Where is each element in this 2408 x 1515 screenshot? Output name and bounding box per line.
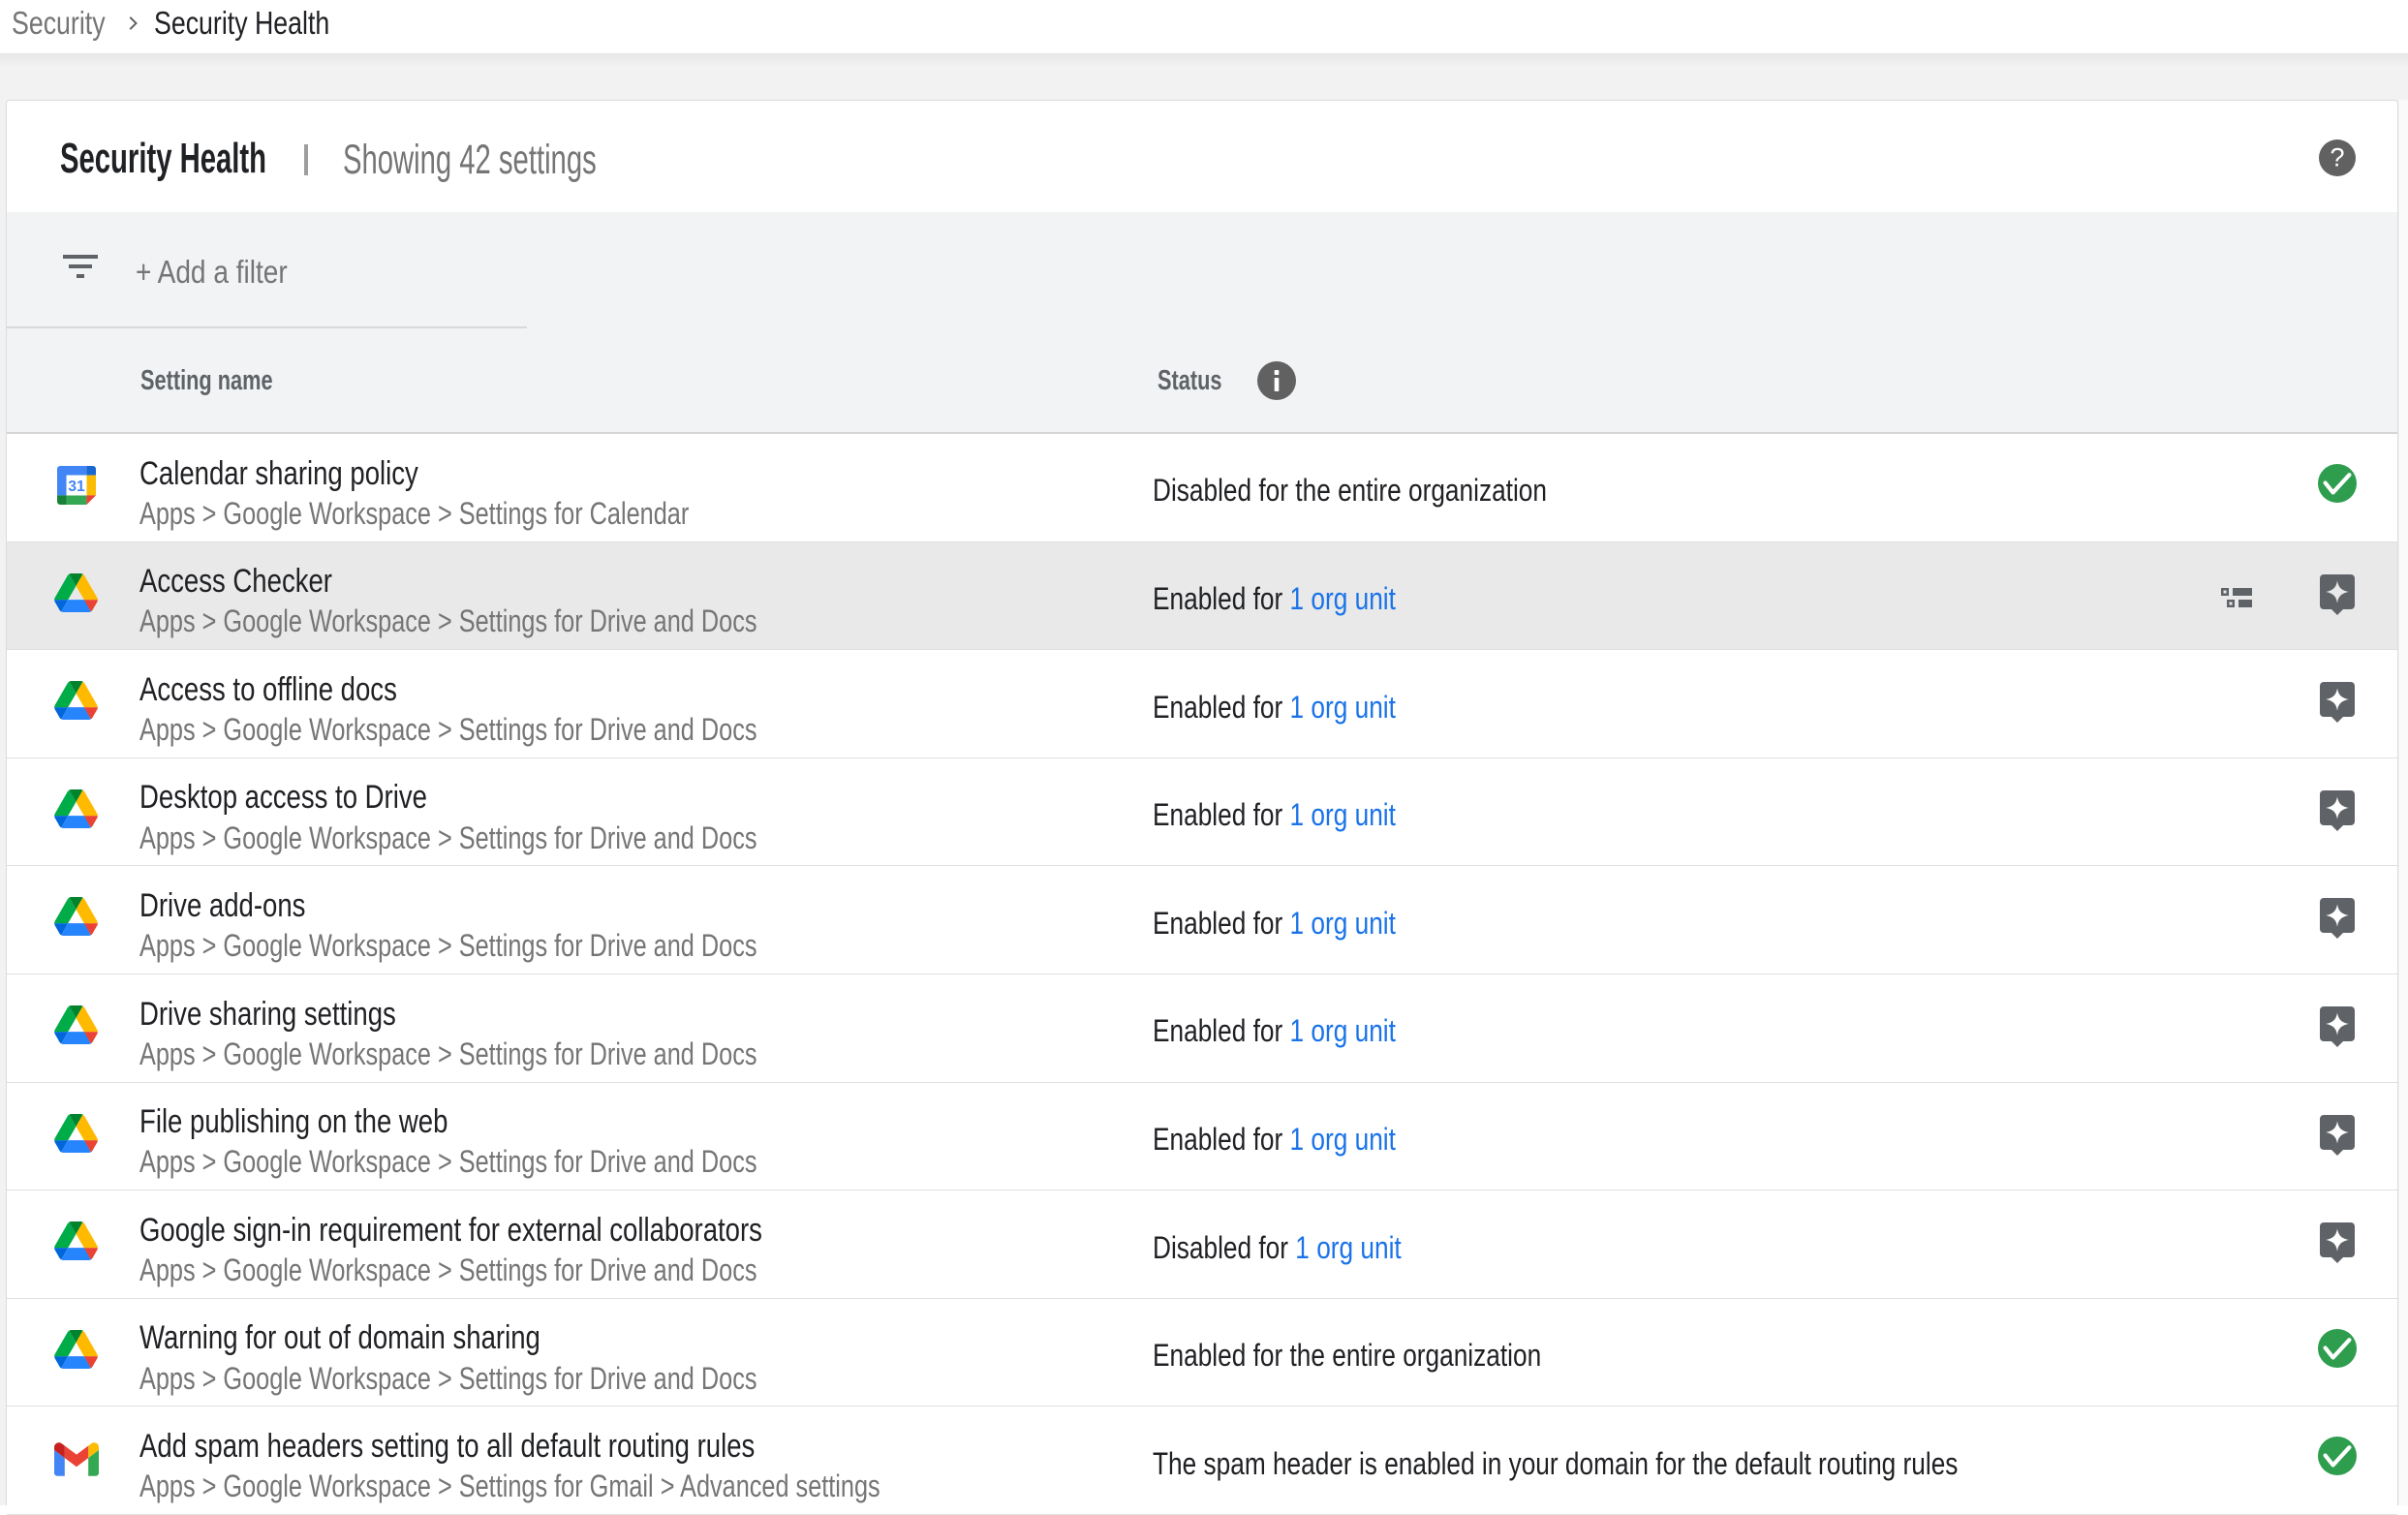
svg-text:31: 31 <box>68 479 85 495</box>
svg-text:?: ? <box>2330 143 2344 172</box>
